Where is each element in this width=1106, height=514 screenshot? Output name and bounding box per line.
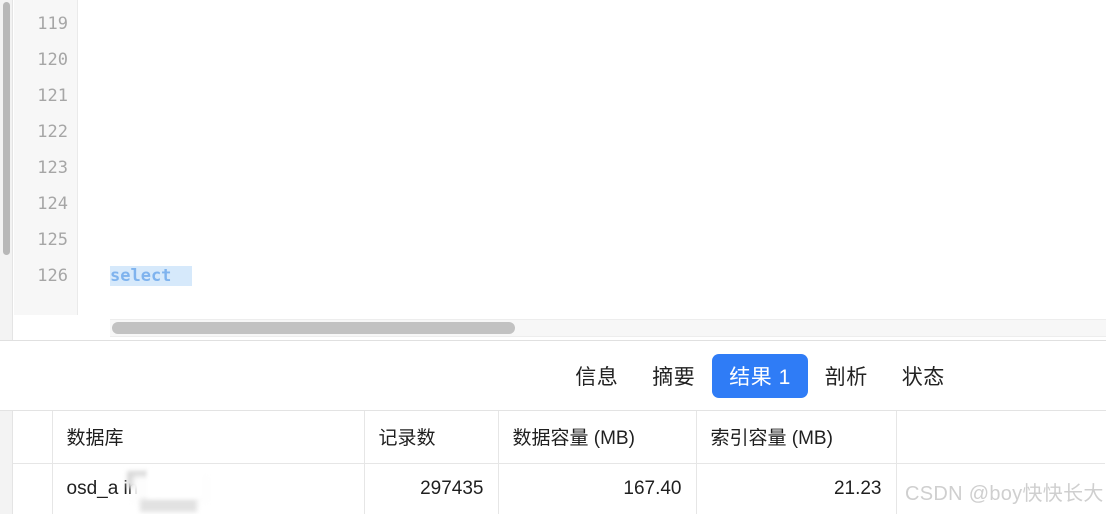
column-header-data-size[interactable]: 数据容量 (MB) <box>498 411 697 464</box>
line-number: 123 <box>37 158 68 178</box>
cell-index-size[interactable]: 21.23 <box>696 463 897 514</box>
sql-code-text-area[interactable]: select table_schema as '数据库', sum(table_… <box>79 0 1106 315</box>
editor-vertical-scrollbar[interactable] <box>0 0 13 341</box>
cell-rownum <box>13 463 53 514</box>
tab-info[interactable]: 信息 <box>558 354 635 398</box>
cell-record-count[interactable]: 297435 <box>364 463 499 514</box>
code-token-keyword: select <box>110 266 172 286</box>
code-token-trailing-space <box>171 266 191 286</box>
column-header-record-count[interactable]: 记录数 <box>364 411 499 464</box>
line-number: 120 <box>37 50 68 70</box>
column-header-filler <box>896 411 1105 464</box>
code-line[interactable]: select <box>79 258 1106 294</box>
tab-status[interactable]: 状态 <box>885 354 962 398</box>
column-header-rownum[interactable] <box>13 411 53 464</box>
code-lines: select table_schema as '数据库', sum(table_… <box>79 0 1106 315</box>
editor-gutter-footer-fill <box>14 315 79 341</box>
sql-client-window: 119 120 121 122 123 124 125 126 select t… <box>0 0 1106 514</box>
line-number: 121 <box>37 86 68 106</box>
cell-data-size[interactable]: 167.40 <box>498 463 697 514</box>
result-tabs-bar: 信息 摘要 结果 1 剖析 状态 <box>0 341 1106 411</box>
table-header-row: 数据库 记录数 数据容量 (MB) 索引容量 (MB) <box>13 411 1105 464</box>
sql-editor-pane: 119 120 121 122 123 124 125 126 select t… <box>0 0 1106 341</box>
editor-horizontal-scrollbar-thumb[interactable] <box>112 322 515 334</box>
line-number: 122 <box>37 122 68 142</box>
tab-profile[interactable]: 剖析 <box>808 354 885 398</box>
csdn-watermark: CSDN @boy快快长大 <box>905 483 1104 505</box>
tab-result-1[interactable]: 结果 1 <box>712 354 808 398</box>
editor-horizontal-scrollbar-row <box>79 315 1106 341</box>
line-number: 119 <box>37 14 68 34</box>
line-number: 125 <box>37 230 68 250</box>
tab-summary[interactable]: 摘要 <box>635 354 712 398</box>
line-number: 126 <box>37 266 68 286</box>
result-tabs: 信息 摘要 结果 1 剖析 状态 <box>558 354 962 398</box>
code-token-selection: select <box>110 266 192 286</box>
editor-vertical-scrollbar-thumb[interactable] <box>3 2 10 255</box>
cell-database[interactable]: osd_a ining <box>52 463 365 514</box>
column-header-database[interactable]: 数据库 <box>52 411 365 464</box>
grid-vertical-scrollbar[interactable] <box>0 411 13 514</box>
code-line[interactable] <box>79 114 1106 150</box>
line-number: 124 <box>37 194 68 214</box>
column-header-index-size[interactable]: 索引容量 (MB) <box>696 411 897 464</box>
editor-line-number-gutter: 119 120 121 122 123 124 125 126 <box>14 0 78 341</box>
line-number-list: 119 120 121 122 123 124 125 126 <box>14 0 77 294</box>
